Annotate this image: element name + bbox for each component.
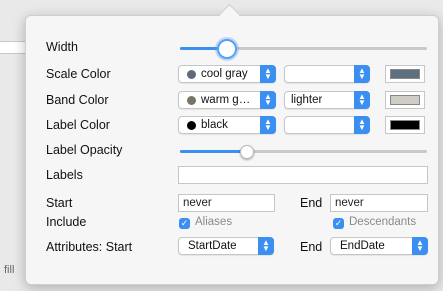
start-input[interactable]: never: [178, 194, 275, 212]
popover-panel: Width Scale Color cool gray ▲ ▼ ▲ ▼ Band C…: [25, 15, 439, 285]
label-color-swatch-fill: [390, 120, 420, 130]
chevron-updown-icon: ▲ ▼: [354, 116, 370, 134]
color-dot-icon: [187, 121, 196, 130]
chevron-updown-icon: ▲ ▼: [354, 91, 370, 109]
width-slider-knob[interactable]: [216, 39, 237, 59]
color-dot-icon: [187, 70, 196, 79]
width-label: Width: [46, 40, 78, 54]
band-color-swatch-fill: [390, 95, 420, 105]
attributes-end-popup[interactable]: EndDate ▲ ▼: [330, 237, 428, 255]
band-color-popup[interactable]: warm g… ▲ ▼: [178, 91, 276, 109]
label-modifier-popup[interactable]: ▲ ▼: [284, 116, 370, 134]
chevron-updown-icon: ▲ ▼: [258, 237, 274, 255]
chevron-updown-icon: ▲ ▼: [260, 116, 276, 134]
attributes-start-label: Attributes: Start: [46, 240, 133, 254]
attributes-start-popup[interactable]: StartDate ▲ ▼: [178, 237, 274, 255]
aliases-checkbox-label[interactable]: Aliases: [195, 216, 232, 228]
label-opacity-label: Label Opacity: [46, 143, 123, 157]
band-color-value: warm g…: [201, 94, 251, 106]
scale-color-swatch-fill: [390, 69, 420, 79]
label-color-value: black: [201, 119, 228, 131]
scale-color-label: Scale Color: [46, 67, 111, 81]
label-opacity-slider-fill: [180, 150, 247, 153]
labels-label: Labels: [46, 168, 83, 182]
band-color-label: Band Color: [46, 93, 109, 107]
chevron-updown-icon: ▲ ▼: [260, 91, 276, 109]
labels-input[interactable]: [178, 166, 428, 184]
label-color-popup[interactable]: black ▲ ▼: [178, 116, 276, 134]
label-color-label: Label Color: [46, 118, 110, 132]
chevron-updown-icon: ▲ ▼: [412, 237, 428, 255]
scale-color-value: cool gray: [201, 68, 248, 80]
attributes-end-label: End: [300, 240, 323, 254]
label-opacity-slider-knob[interactable]: [239, 145, 254, 159]
scale-color-popup[interactable]: cool gray ▲ ▼: [178, 65, 276, 83]
label-color-swatch[interactable]: [385, 116, 425, 134]
end-label: End: [300, 196, 323, 210]
band-modifier-value: lighter: [291, 94, 323, 106]
scale-modifier-popup[interactable]: ▲ ▼: [284, 65, 370, 83]
attributes-end-value: EndDate: [340, 240, 385, 252]
attributes-start-value: StartDate: [188, 240, 237, 252]
chevron-updown-icon: ▲ ▼: [354, 65, 370, 83]
descendants-checkbox-label[interactable]: Descendants: [349, 216, 416, 228]
descendants-checkbox[interactable]: ✓: [333, 218, 344, 229]
include-label: Include: [46, 215, 87, 229]
background-truncated-text: fill: [4, 264, 15, 276]
band-color-swatch[interactable]: [385, 91, 425, 109]
color-dot-icon: [187, 96, 196, 105]
label-opacity-slider[interactable]: [180, 150, 427, 153]
scale-color-swatch[interactable]: [385, 65, 425, 83]
band-modifier-popup[interactable]: lighter ▲ ▼: [284, 91, 370, 109]
chevron-updown-icon: ▲ ▼: [260, 65, 276, 83]
end-input[interactable]: never: [330, 194, 428, 212]
aliases-checkbox[interactable]: ✓: [179, 218, 190, 229]
start-label: Start: [46, 196, 73, 210]
